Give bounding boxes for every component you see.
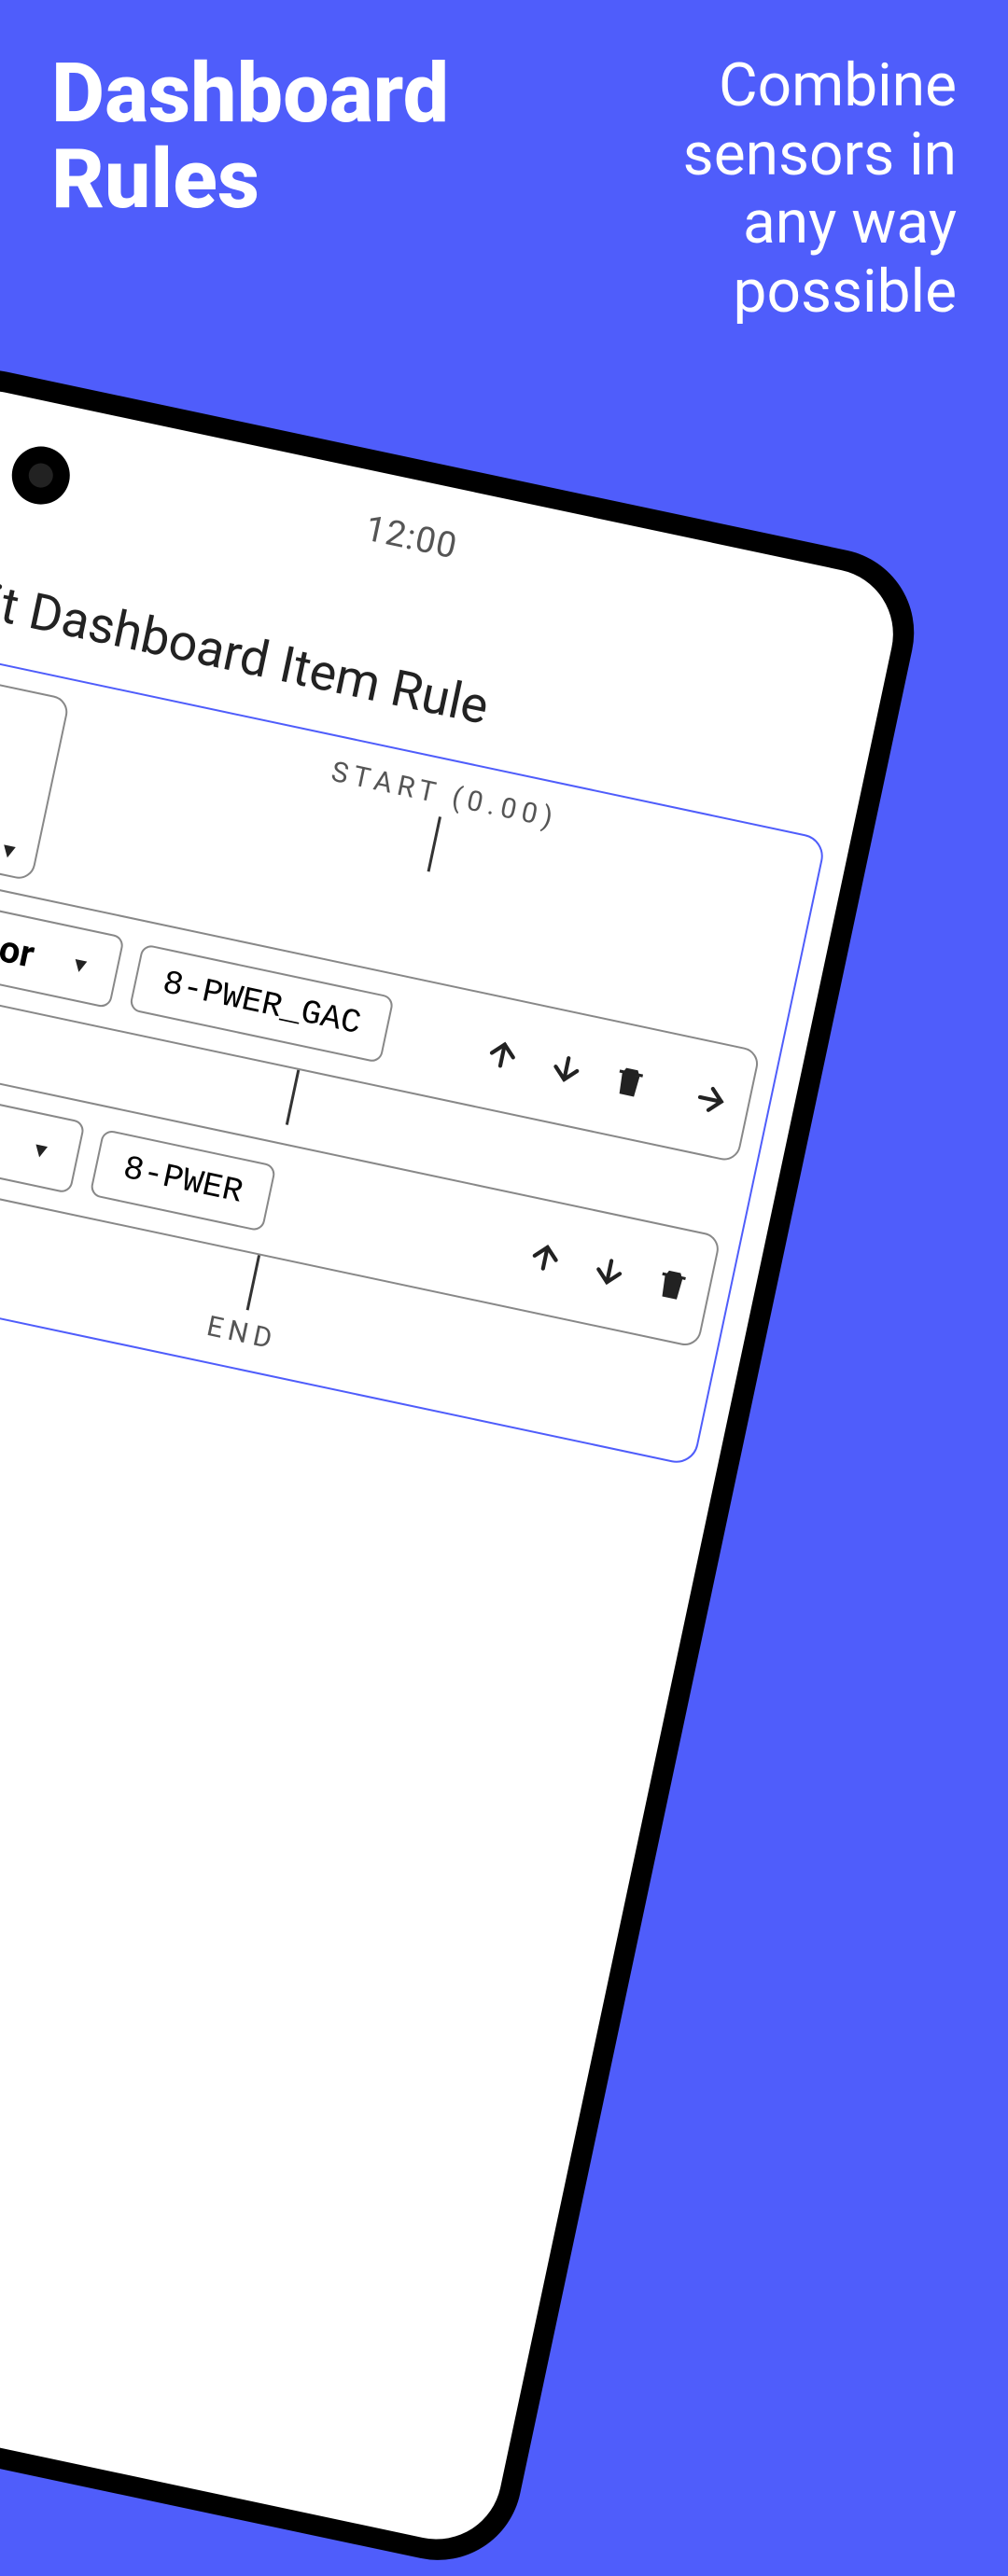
sensor-dropdown[interactable]: 8-PWER	[90, 1129, 277, 1232]
phone-mockup: 12:00 Edit Dashboard Item Rule + ▼	[0, 355, 930, 2576]
indent-icon[interactable]	[689, 1077, 733, 1121]
move-up-icon[interactable]	[524, 1235, 567, 1279]
chevron-down-icon: ▼	[0, 837, 21, 865]
type-label: Sensor	[0, 909, 38, 976]
move-down-icon[interactable]	[544, 1046, 588, 1090]
sensor-value: 8-PWER	[119, 1149, 245, 1212]
start-label: START (0.00)	[329, 756, 561, 836]
operator-symbol: +	[0, 729, 9, 820]
connector-line	[285, 1069, 299, 1124]
promo-title: Dashboard Rules	[51, 51, 449, 224]
type-dropdown[interactable]: Sensor ▼	[0, 889, 125, 1010]
sensor-value: 8-PWER_GAC	[160, 964, 365, 1043]
promo-subtitle: Combine sensors in any way possible	[683, 51, 957, 326]
connector-line	[245, 1255, 259, 1310]
type-dropdown[interactable]: Sensor ▼	[0, 1074, 86, 1194]
connector-line	[427, 816, 441, 871]
operator-dropdown[interactable]: + ▼	[0, 668, 71, 882]
delete-icon[interactable]	[609, 1061, 651, 1103]
move-up-icon[interactable]	[481, 1033, 525, 1077]
chevron-down-icon: ▼	[28, 1136, 53, 1164]
delete-icon[interactable]	[651, 1263, 693, 1305]
move-down-icon[interactable]	[587, 1249, 631, 1293]
chevron-down-icon: ▼	[68, 951, 93, 979]
